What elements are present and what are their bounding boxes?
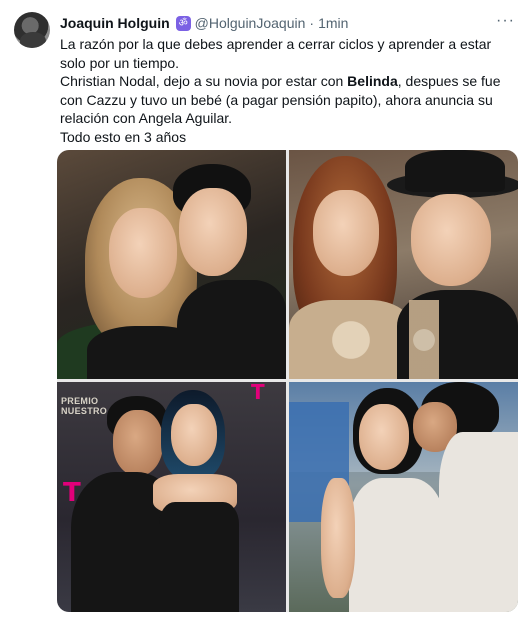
author-name[interactable]: Joaquin Holguin [60,15,170,31]
tweet-text: La razón por la que debes aprender a cer… [60,35,520,146]
tweet-text-line-1: La razón por la que debes aprender a cer… [60,36,492,71]
more-horizontal-icon[interactable]: ··· [496,12,515,30]
premio-logo: PREMIO NUESTRO [61,396,107,416]
tweet-timestamp[interactable]: 1min [318,15,348,31]
media-photo-2[interactable] [289,150,518,379]
brand-logo-t: T [251,382,265,404]
premio-text-2: NUESTRO [61,406,108,416]
avatar[interactable] [14,12,50,48]
separator-dot: · [309,15,315,31]
tweet-text-bold-belinda: Belinda [347,73,398,89]
media-grid[interactable]: PREMIO NUESTRO T T [57,150,518,612]
tweet-card[interactable]: Joaquin Holguin ॐ @HolguinJoaquin · 1min… [0,0,531,620]
tweet-text-line-2-start: Christian Nodal, dejo a su novia por est… [60,73,348,89]
tweet-text-line-2: Christian Nodal, dejo a su novia por est… [60,72,520,128]
tweet-text-line-3: Todo esto en 3 años [60,128,187,145]
media-photo-1[interactable] [57,150,286,379]
tweet-header: Joaquin Holguin ॐ @HolguinJoaquin · 1min… [60,12,519,32]
media-photo-3[interactable]: PREMIO NUESTRO T T [57,382,286,612]
media-photo-4[interactable] [289,382,518,612]
verified-badge-icon: ॐ [175,15,191,31]
author-handle[interactable]: @HolguinJoaquin [195,15,306,31]
premio-text-1: PREMIO [61,396,99,406]
